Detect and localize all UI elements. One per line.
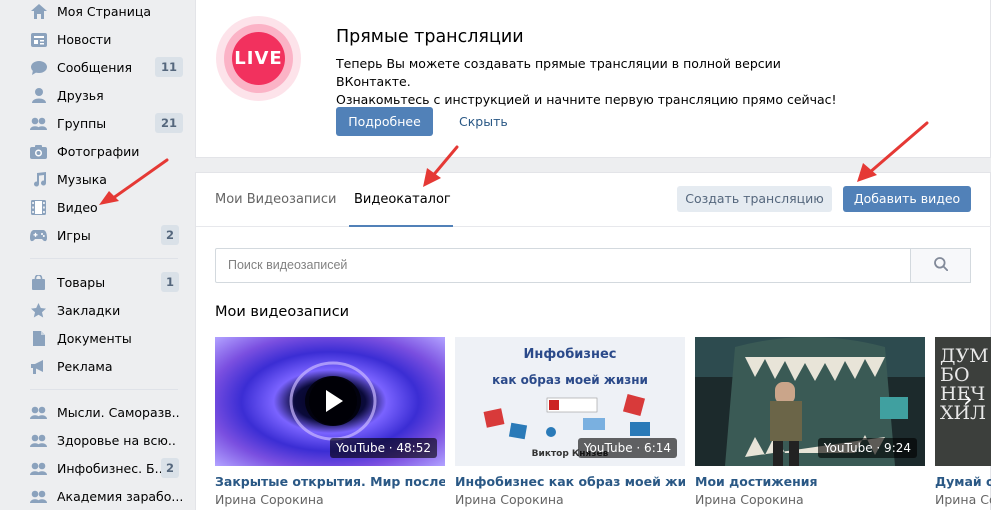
sidebar-item-label: Документы <box>57 331 132 346</box>
groups-count-badge: 21 <box>155 113 184 133</box>
sidebar-item-groups[interactable]: Группы 21 <box>0 110 190 138</box>
document-icon <box>30 330 47 347</box>
film-icon <box>30 199 47 216</box>
music-icon <box>30 171 47 188</box>
sidebar-item-friends[interactable]: Друзья <box>0 82 190 110</box>
sidebar-item-games[interactable]: Игры 2 <box>0 222 190 250</box>
sidebar-item-label: Закладки <box>57 303 121 318</box>
messages-icon <box>30 59 47 76</box>
sidebar-item-group-2[interactable]: Здоровье на всю.. <box>0 427 190 455</box>
hide-link[interactable]: Скрыть <box>459 114 508 129</box>
messages-count-badge: 11 <box>155 57 184 77</box>
video-author[interactable]: Ирина Сорокина <box>455 492 564 507</box>
sidebar-item-label: Инфобизнес. Б... <box>57 461 167 476</box>
camera-icon <box>30 143 47 160</box>
sidebar-item-label: Видео <box>57 200 98 215</box>
gamepad-icon <box>30 227 47 244</box>
home-icon <box>30 3 47 20</box>
sidebar-item-label: Группы <box>57 116 107 131</box>
search-field <box>215 248 911 283</box>
sidebar-item-label: Новости <box>57 32 112 47</box>
video-thumbnail[interactable]: ДУМ БО НЕЧ ХИЛ › <box>935 337 991 466</box>
video-thumbnail[interactable]: YouTube · 9:24 <box>695 337 925 466</box>
video-title[interactable]: Думай о <box>935 474 991 489</box>
more-info-button[interactable]: Подробнее <box>336 107 433 136</box>
sidebar-item-ads[interactable]: Реклама <box>0 353 190 381</box>
star-icon <box>30 302 47 319</box>
create-stream-button[interactable]: Создать трансляцию <box>677 186 832 212</box>
next-arrow-icon[interactable]: › <box>963 385 973 413</box>
video-title[interactable]: Мои достижения <box>695 474 925 489</box>
groups-icon <box>30 115 47 132</box>
friends-icon <box>30 87 47 104</box>
group-icon <box>30 404 47 421</box>
sidebar-item-goods[interactable]: Товары 1 <box>0 269 190 297</box>
group-icon <box>30 488 47 505</box>
sidebar-item-label: Реклама <box>57 359 113 374</box>
video-panel: Мои Видеозаписи Видеокаталог Создать тра… <box>195 172 991 510</box>
sidebar-item-label: Сообщения <box>57 60 133 75</box>
sidebar-item-group-1[interactable]: Мысли. Саморазв.. <box>0 399 190 427</box>
live-title: Прямые трансляции <box>336 27 524 47</box>
group-icon <box>30 460 47 477</box>
video-duration: YouTube · 48:52 <box>330 438 437 458</box>
live-description: Теперь Вы можете создавать прямые трансл… <box>336 56 837 107</box>
live-logo: LIVE <box>216 16 301 101</box>
games-count-badge: 2 <box>161 225 180 245</box>
video-author[interactable]: Ирина Сорокина <box>695 492 804 507</box>
megaphone-icon <box>30 358 47 375</box>
active-tab-indicator <box>349 225 453 227</box>
sidebar: Моя Страница Новости Сообщения 11 Друзья… <box>0 0 195 510</box>
add-video-button[interactable]: Добавить видео <box>843 186 971 212</box>
sidebar-item-label: Академия зарабо... <box>57 489 184 504</box>
section-title: Мои видеозаписи <box>215 304 350 320</box>
sidebar-item-group-4[interactable]: Академия зарабо... <box>0 483 190 510</box>
search-icon <box>933 256 948 275</box>
sidebar-item-documents[interactable]: Документы <box>0 325 190 353</box>
tab-my-videos[interactable]: Мои Видеозаписи <box>215 192 336 207</box>
video-duration: YouTube · 9:24 <box>817 438 917 458</box>
sidebar-item-label: Друзья <box>57 88 104 103</box>
sidebar-item-label: Здоровье на всю.. <box>57 433 176 448</box>
sidebar-item-label: Игры <box>57 228 91 243</box>
video-author[interactable]: Ирина Сорокина <box>215 492 324 507</box>
red-arrow-icon <box>99 158 169 205</box>
sidebar-item-group-3[interactable]: Инфобизнес. Б... 2 <box>0 455 190 483</box>
video-thumbnail[interactable]: Инфобизнес как образ моей жизни Виктор К… <box>455 337 685 466</box>
red-arrow-icon <box>857 121 929 182</box>
search-button[interactable] <box>911 248 971 283</box>
video-title[interactable]: Закрытые открытия. Мир после Кван <box>215 474 445 489</box>
sidebar-item-bookmarks[interactable]: Закладки <box>0 297 190 325</box>
sidebar-item-label: Моя Страница <box>57 4 151 19</box>
video-card[interactable]: ДУМ БО НЕЧ ХИЛ › Думай о Ирина Сорокина <box>935 337 991 510</box>
sidebar-item-my-page[interactable]: Моя Страница <box>0 0 190 26</box>
bag-icon <box>30 274 47 291</box>
group-count-badge: 2 <box>161 458 180 478</box>
video-thumbnail[interactable]: YouTube · 48:52 <box>215 337 445 466</box>
sidebar-item-label: Мысли. Саморазв.. <box>57 405 180 420</box>
video-title[interactable]: Инфобизнес как образ моей жизни <box>455 474 685 489</box>
search-input[interactable] <box>228 258 888 272</box>
goods-count-badge: 1 <box>161 272 180 292</box>
video-author[interactable]: Ирина Сорокина <box>935 492 991 507</box>
red-arrow-icon <box>423 145 459 187</box>
tab-video-catalog[interactable]: Видеокаталог <box>354 192 451 207</box>
sidebar-item-label: Товары <box>57 275 106 290</box>
sidebar-item-news[interactable]: Новости <box>0 26 190 54</box>
video-duration: YouTube · 6:14 <box>577 438 677 458</box>
group-icon <box>30 432 47 449</box>
sidebar-item-messages[interactable]: Сообщения 11 <box>0 54 190 82</box>
sidebar-divider <box>30 258 178 259</box>
sidebar-divider <box>30 389 178 390</box>
news-icon <box>30 31 47 48</box>
